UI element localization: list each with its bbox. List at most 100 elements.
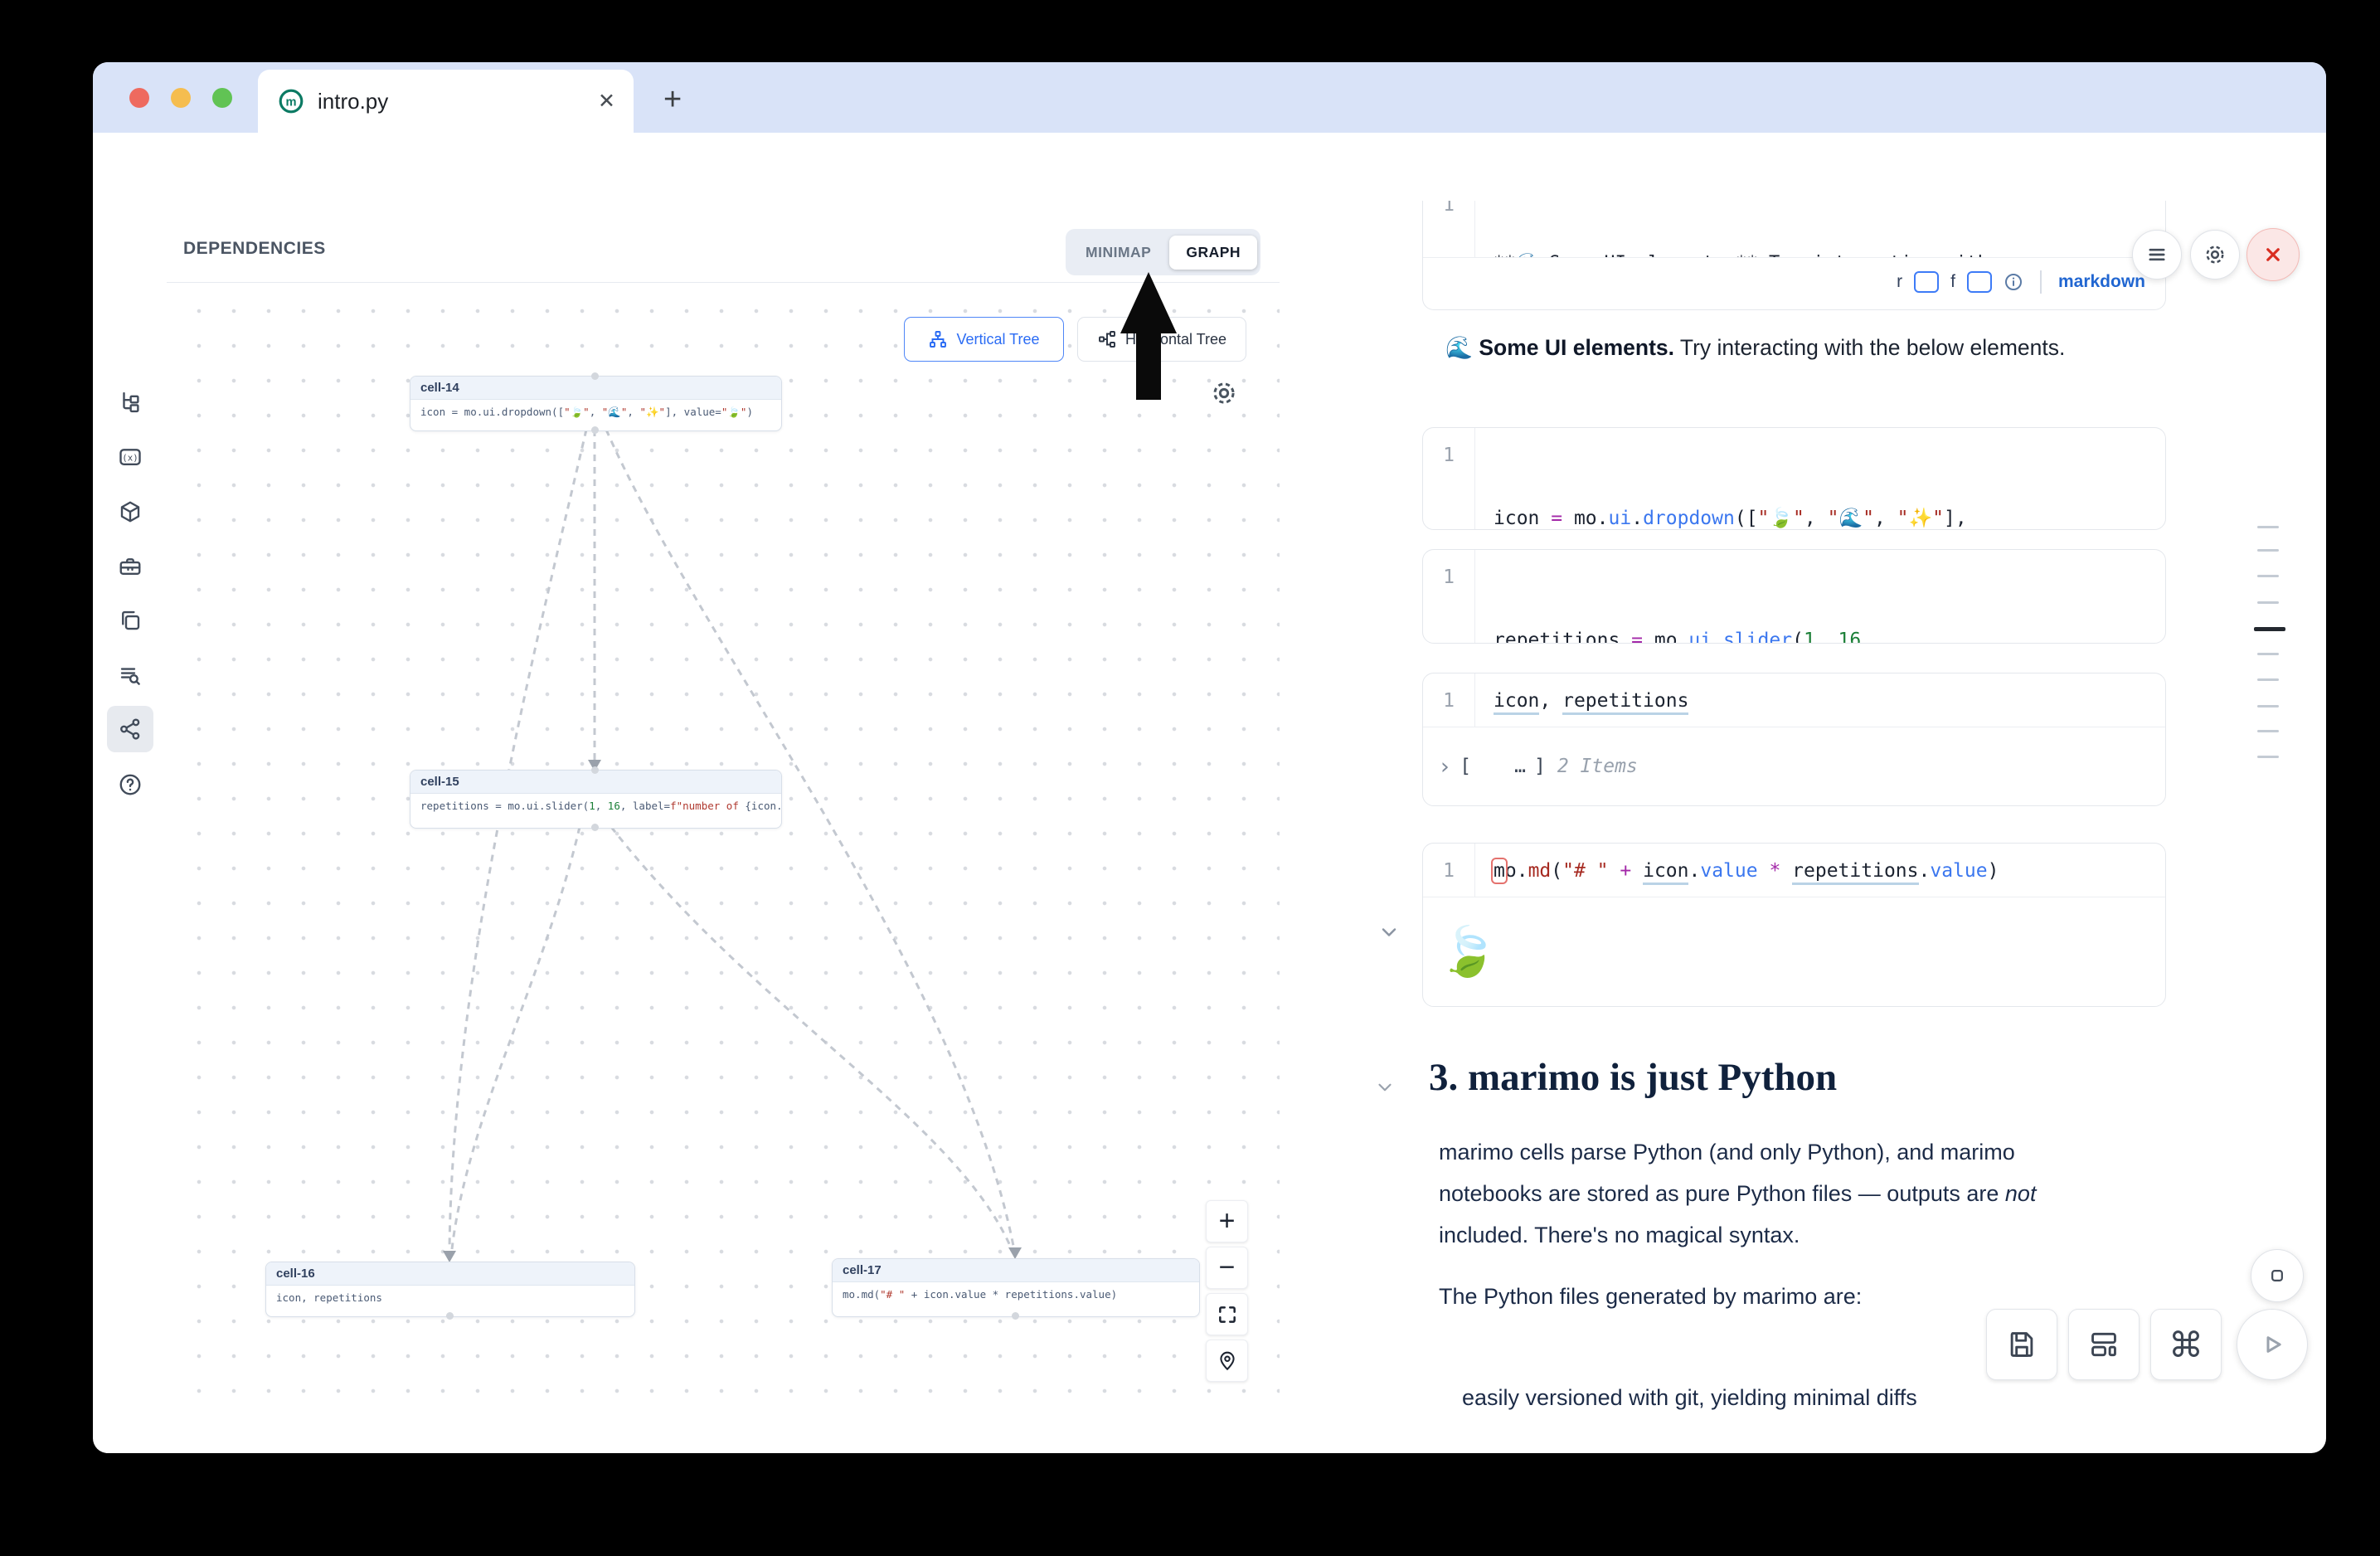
node-title: cell-17 — [833, 1259, 1199, 1282]
sidebar-item-dependencies[interactable] — [107, 706, 153, 752]
node-code: icon, repetitions — [266, 1286, 634, 1310]
stop-icon — [2266, 1264, 2289, 1287]
browser-window: m intro.py ✕ + localhost:2718 Guest (x) — [93, 62, 2326, 1453]
run-checkbox[interactable] — [1914, 271, 1939, 293]
locate-button[interactable] — [1206, 1340, 1248, 1382]
sidebar-item-packages[interactable] — [107, 489, 153, 535]
collapse-section-icon[interactable] — [1374, 1077, 1396, 1098]
vertical-tree-icon — [928, 329, 948, 349]
sidebar-item-snippets[interactable] — [107, 597, 153, 644]
cell-settings-button[interactable] — [2190, 230, 2240, 280]
outline-mark[interactable] — [2257, 601, 2279, 604]
horizontal-tree-icon — [1097, 329, 1117, 349]
code-editor[interactable]: 1 repetitions = mo.ui.slider(1, 16, labe… — [1423, 550, 2165, 644]
node-handle — [591, 372, 599, 380]
outline-mark[interactable] — [2257, 705, 2279, 707]
marimo-app: (x) DEPENDENCIES MINIMAP GRAPH — [93, 201, 2326, 1410]
node-title: cell-14 — [410, 377, 781, 400]
outline-mark[interactable] — [2257, 678, 2279, 681]
code-editor[interactable]: 1 icon, repetitions — [1423, 673, 2165, 727]
line-number: 1 — [1423, 201, 1475, 257]
outline-mark[interactable] — [2257, 575, 2279, 577]
tab-title: intro.py — [318, 89, 388, 114]
browser-tab[interactable]: m intro.py ✕ — [258, 70, 634, 133]
graph-node-cell-17[interactable]: cell-17 mo.md("# " + icon.value * repeti… — [832, 1258, 1200, 1317]
save-button[interactable] — [1986, 1309, 2057, 1380]
sidebar-item-file-tree[interactable] — [107, 378, 153, 425]
zoom-in-button[interactable]: + — [1206, 1200, 1248, 1242]
locate-pin-icon — [1217, 1350, 1238, 1372]
format-toggle-label: f — [1950, 272, 1955, 292]
shutdown-button[interactable] — [2246, 228, 2300, 281]
tab-minimap[interactable]: MINIMAP — [1069, 236, 1168, 270]
line-number: 1 — [1423, 673, 1475, 727]
graph-node-cell-16[interactable]: cell-16 icon, repetitions — [265, 1262, 635, 1317]
format-checkbox[interactable] — [1967, 271, 1992, 293]
sidebar-item-logs[interactable] — [107, 652, 153, 698]
interrupt-button[interactable] — [2251, 1249, 2304, 1302]
horizontal-tree-button[interactable]: Horizontal Tree — [1077, 317, 1246, 362]
md-output: 🍃 — [1423, 897, 2165, 1006]
horizontal-tree-label: Horizontal Tree — [1125, 331, 1226, 348]
code-editor[interactable]: 1 icon = mo.ui.dropdown(["🍃", "🌊", "✨"],… — [1423, 428, 2165, 530]
graph-edges — [167, 282, 1280, 1410]
outline-mark[interactable] — [2257, 653, 2279, 655]
zoom-in-icon: + — [1219, 1205, 1236, 1238]
new-tab-button[interactable]: + — [663, 82, 682, 118]
code-line: repetitions = mo.ui.slider(1, 16, — [1494, 625, 1884, 644]
app-sidebar: (x) — [93, 201, 168, 1410]
gear-icon — [2203, 242, 2227, 267]
sidebar-item-toolbox[interactable] — [107, 543, 153, 590]
collapse-output-icon[interactable] — [1377, 921, 1401, 944]
code-editor[interactable]: 1 **🌊 Some UI elements.** Try interactin… — [1423, 201, 2165, 257]
code-cell-dropdown: 1 icon = mo.ui.dropdown(["🍃", "🌊", "✨"],… — [1422, 427, 2166, 530]
code-line: **🌊 Some UI elements.** Try interacting … — [1494, 249, 1989, 257]
section-heading: 3. marimo is just Python — [1429, 1055, 1837, 1100]
close-icon — [2261, 242, 2285, 267]
markdown-output: 🌊 Some UI elements. Try interacting with… — [1445, 335, 2065, 361]
command-icon: ⌘ — [2169, 1325, 2203, 1365]
zoom-out-button[interactable]: − — [1206, 1247, 1248, 1289]
vertical-tree-button[interactable]: Vertical Tree — [904, 317, 1064, 362]
outline-mark[interactable] — [2257, 730, 2279, 732]
dependencies-header: DEPENDENCIES MINIMAP GRAPH — [167, 201, 1280, 283]
outline-mark[interactable] — [2257, 549, 2279, 552]
expand-chevron[interactable]: › — [1438, 754, 1451, 780]
run-all-button[interactable] — [2237, 1309, 2308, 1380]
tab-close-icon[interactable]: ✕ — [598, 89, 615, 114]
graph-settings-icon[interactable] — [1209, 378, 1239, 408]
output-emoji: 🌊 — [1445, 335, 1473, 360]
graph-node-cell-15[interactable]: cell-15 repetitions = mo.ui.slider(1, 16… — [410, 770, 782, 829]
view-toggle: MINIMAP GRAPH — [1066, 229, 1260, 275]
tab-strip: m intro.py ✕ + — [93, 62, 2326, 133]
outline-mark[interactable] — [2257, 526, 2279, 528]
svg-text:m: m — [285, 96, 296, 109]
layout-icon — [2088, 1329, 2120, 1360]
marimo-favicon: m — [278, 88, 304, 114]
cell-menu-button[interactable] — [2132, 230, 2182, 280]
tab-graph[interactable]: GRAPH — [1169, 236, 1257, 270]
fit-view-button[interactable] — [1206, 1293, 1248, 1335]
markdown-cell: 1 **🌊 Some UI elements.** Try interactin… — [1422, 201, 2166, 310]
code-line: mo.md("# " + icon.value * repetitions.va… — [1475, 844, 1999, 897]
items-count: 2 Items — [1557, 756, 1638, 777]
command-palette-button[interactable]: ⌘ — [2150, 1309, 2222, 1380]
outline-mark-active[interactable] — [2254, 627, 2285, 631]
sidebar-item-help[interactable] — [107, 761, 153, 808]
graph-node-cell-14[interactable]: cell-14 icon = mo.ui.dropdown(["🍃", "🌊",… — [410, 376, 782, 431]
sidebar-item-variables[interactable]: (x) — [107, 434, 153, 480]
language-badge: markdown — [2058, 272, 2145, 292]
save-icon — [2006, 1329, 2038, 1360]
outline-mark[interactable] — [2257, 756, 2279, 758]
desktop: m intro.py ✕ + localhost:2718 Guest (x) — [0, 0, 2380, 1556]
info-icon[interactable] — [2004, 272, 2023, 292]
graph-canvas[interactable]: Vertical Tree Horizontal Tree cell-14 ic… — [167, 282, 1280, 1410]
close-window-button[interactable] — [129, 88, 149, 108]
browser-toolbar: localhost:2718 Guest — [93, 133, 2326, 201]
maximize-window-button[interactable] — [212, 88, 232, 108]
code-editor[interactable]: 1 mo.md("# " + icon.value * repetitions.… — [1423, 844, 2165, 897]
layout-button[interactable] — [2068, 1309, 2140, 1380]
node-code: icon = mo.ui.dropdown(["🍃", "🌊", "✨"], v… — [410, 400, 781, 425]
minimize-window-button[interactable] — [171, 88, 191, 108]
node-handle — [591, 766, 599, 774]
